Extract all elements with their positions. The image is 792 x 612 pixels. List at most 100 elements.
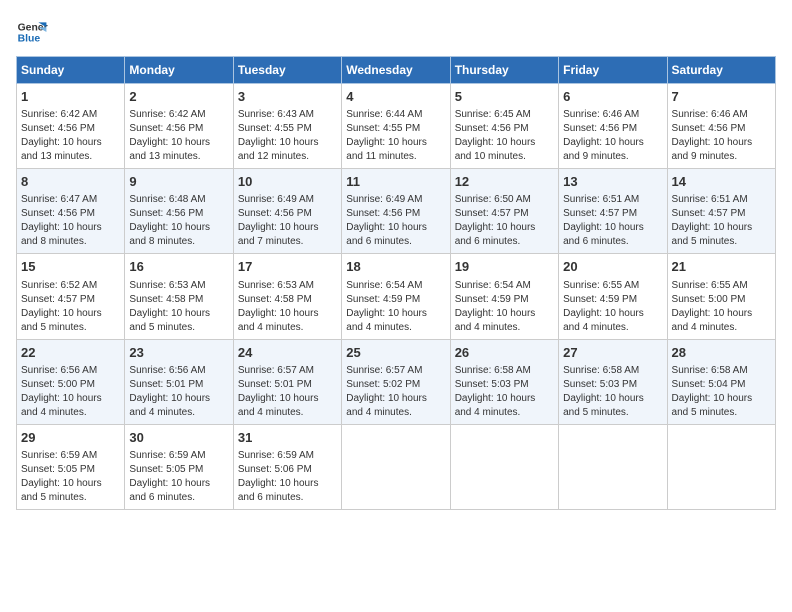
sunset: Sunset: 4:56 PM (129, 123, 203, 134)
daylight: Daylight: 10 hours and 6 minutes. (238, 478, 319, 503)
daylight: Daylight: 10 hours and 10 minutes. (455, 137, 536, 162)
sunset: Sunset: 4:55 PM (238, 123, 312, 134)
sunset: Sunset: 4:56 PM (21, 123, 95, 134)
sunrise: Sunrise: 6:53 AM (129, 280, 205, 291)
daylight: Daylight: 10 hours and 5 minutes. (21, 478, 102, 503)
day-number: 17 (238, 258, 337, 276)
sunset: Sunset: 5:00 PM (21, 379, 95, 390)
sunset: Sunset: 4:59 PM (346, 294, 420, 305)
calendar-cell: 24Sunrise: 6:57 AMSunset: 5:01 PMDayligh… (233, 339, 341, 424)
sunrise: Sunrise: 6:59 AM (129, 450, 205, 461)
logo: General Blue (16, 16, 48, 48)
sunrise: Sunrise: 6:55 AM (672, 280, 748, 291)
day-number: 20 (563, 258, 662, 276)
sunrise: Sunrise: 6:47 AM (21, 194, 97, 205)
column-header-tuesday: Tuesday (233, 57, 341, 84)
svg-text:Blue: Blue (18, 34, 41, 45)
sunrise: Sunrise: 6:49 AM (346, 194, 422, 205)
day-number: 2 (129, 88, 228, 106)
calendar-cell: 30Sunrise: 6:59 AMSunset: 5:05 PMDayligh… (125, 424, 233, 509)
day-number: 24 (238, 344, 337, 362)
sunrise: Sunrise: 6:49 AM (238, 194, 314, 205)
calendar-week-row: 15Sunrise: 6:52 AMSunset: 4:57 PMDayligh… (17, 254, 776, 339)
daylight: Daylight: 10 hours and 7 minutes. (238, 222, 319, 247)
calendar-cell: 9Sunrise: 6:48 AMSunset: 4:56 PMDaylight… (125, 169, 233, 254)
calendar-cell: 28Sunrise: 6:58 AMSunset: 5:04 PMDayligh… (667, 339, 775, 424)
sunset: Sunset: 4:59 PM (455, 294, 529, 305)
sunrise: Sunrise: 6:56 AM (21, 365, 97, 376)
day-number: 25 (346, 344, 445, 362)
sunrise: Sunrise: 6:46 AM (563, 109, 639, 120)
sunrise: Sunrise: 6:59 AM (238, 450, 314, 461)
sunset: Sunset: 5:01 PM (129, 379, 203, 390)
sunrise: Sunrise: 6:53 AM (238, 280, 314, 291)
day-number: 26 (455, 344, 554, 362)
column-header-saturday: Saturday (667, 57, 775, 84)
daylight: Daylight: 10 hours and 4 minutes. (346, 308, 427, 333)
column-header-wednesday: Wednesday (342, 57, 450, 84)
calendar-cell: 1Sunrise: 6:42 AMSunset: 4:56 PMDaylight… (17, 84, 125, 169)
calendar-body: 1Sunrise: 6:42 AMSunset: 4:56 PMDaylight… (17, 84, 776, 510)
sunset: Sunset: 5:05 PM (21, 464, 95, 475)
sunrise: Sunrise: 6:54 AM (455, 280, 531, 291)
column-header-thursday: Thursday (450, 57, 558, 84)
sunset: Sunset: 4:57 PM (21, 294, 95, 305)
sunrise: Sunrise: 6:46 AM (672, 109, 748, 120)
calendar-cell: 15Sunrise: 6:52 AMSunset: 4:57 PMDayligh… (17, 254, 125, 339)
day-number: 5 (455, 88, 554, 106)
calendar-cell: 25Sunrise: 6:57 AMSunset: 5:02 PMDayligh… (342, 339, 450, 424)
sunset: Sunset: 4:56 PM (21, 208, 95, 219)
sunset: Sunset: 4:57 PM (672, 208, 746, 219)
sunrise: Sunrise: 6:55 AM (563, 280, 639, 291)
daylight: Daylight: 10 hours and 4 minutes. (455, 393, 536, 418)
daylight: Daylight: 10 hours and 5 minutes. (672, 393, 753, 418)
calendar-cell: 26Sunrise: 6:58 AMSunset: 5:03 PMDayligh… (450, 339, 558, 424)
sunset: Sunset: 4:59 PM (563, 294, 637, 305)
sunset: Sunset: 5:03 PM (455, 379, 529, 390)
day-number: 7 (672, 88, 771, 106)
sunset: Sunset: 4:56 PM (129, 208, 203, 219)
calendar-cell (667, 424, 775, 509)
calendar-cell: 7Sunrise: 6:46 AMSunset: 4:56 PMDaylight… (667, 84, 775, 169)
day-number: 16 (129, 258, 228, 276)
column-header-sunday: Sunday (17, 57, 125, 84)
column-header-friday: Friday (559, 57, 667, 84)
daylight: Daylight: 10 hours and 9 minutes. (563, 137, 644, 162)
day-number: 29 (21, 429, 120, 447)
day-number: 4 (346, 88, 445, 106)
calendar-cell: 12Sunrise: 6:50 AMSunset: 4:57 PMDayligh… (450, 169, 558, 254)
calendar-cell (342, 424, 450, 509)
day-number: 14 (672, 173, 771, 191)
sunrise: Sunrise: 6:45 AM (455, 109, 531, 120)
sunrise: Sunrise: 6:58 AM (563, 365, 639, 376)
daylight: Daylight: 10 hours and 4 minutes. (563, 308, 644, 333)
calendar-week-row: 1Sunrise: 6:42 AMSunset: 4:56 PMDaylight… (17, 84, 776, 169)
calendar-cell (450, 424, 558, 509)
sunrise: Sunrise: 6:58 AM (672, 365, 748, 376)
sunset: Sunset: 4:57 PM (455, 208, 529, 219)
sunrise: Sunrise: 6:50 AM (455, 194, 531, 205)
sunset: Sunset: 5:05 PM (129, 464, 203, 475)
calendar-cell: 14Sunrise: 6:51 AMSunset: 4:57 PMDayligh… (667, 169, 775, 254)
calendar-cell: 6Sunrise: 6:46 AMSunset: 4:56 PMDaylight… (559, 84, 667, 169)
sunrise: Sunrise: 6:43 AM (238, 109, 314, 120)
daylight: Daylight: 10 hours and 8 minutes. (21, 222, 102, 247)
calendar-table: SundayMondayTuesdayWednesdayThursdayFrid… (16, 56, 776, 510)
sunset: Sunset: 4:55 PM (346, 123, 420, 134)
calendar-cell: 21Sunrise: 6:55 AMSunset: 5:00 PMDayligh… (667, 254, 775, 339)
calendar-cell: 3Sunrise: 6:43 AMSunset: 4:55 PMDaylight… (233, 84, 341, 169)
logo-icon: General Blue (16, 16, 48, 48)
column-header-monday: Monday (125, 57, 233, 84)
sunrise: Sunrise: 6:44 AM (346, 109, 422, 120)
day-number: 28 (672, 344, 771, 362)
daylight: Daylight: 10 hours and 4 minutes. (672, 308, 753, 333)
daylight: Daylight: 10 hours and 9 minutes. (672, 137, 753, 162)
sunrise: Sunrise: 6:42 AM (21, 109, 97, 120)
day-number: 12 (455, 173, 554, 191)
calendar-cell: 16Sunrise: 6:53 AMSunset: 4:58 PMDayligh… (125, 254, 233, 339)
day-number: 27 (563, 344, 662, 362)
sunset: Sunset: 5:00 PM (672, 294, 746, 305)
daylight: Daylight: 10 hours and 8 minutes. (129, 222, 210, 247)
day-number: 22 (21, 344, 120, 362)
daylight: Daylight: 10 hours and 4 minutes. (455, 308, 536, 333)
